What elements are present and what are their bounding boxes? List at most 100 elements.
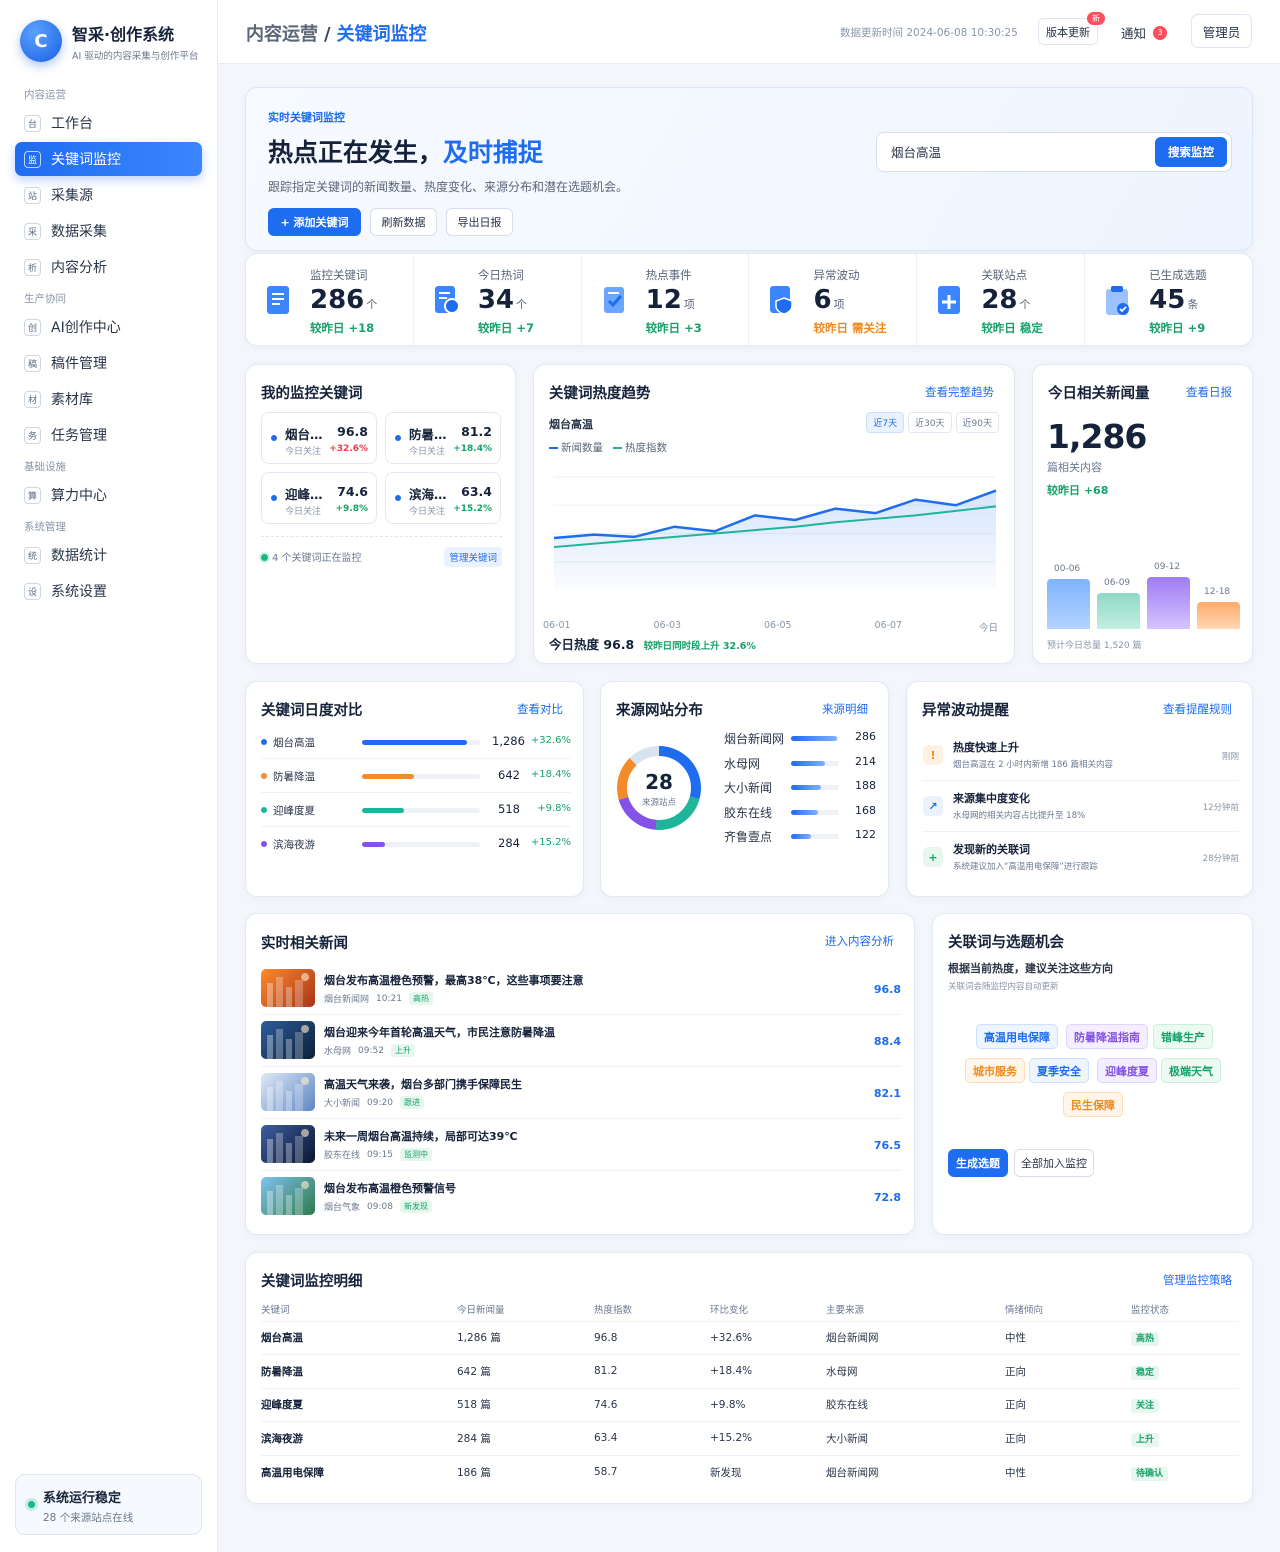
- alert-item[interactable]: + 发现新的关联词 系统建议加入“高温用电保障”进行跟踪 28分钟前: [922, 832, 1239, 883]
- source-bar: [791, 736, 837, 741]
- alert-item[interactable]: ! 热度快速上升 烟台高温在 2 小时内新增 186 篇相关内容 刚刚: [922, 730, 1239, 781]
- stat-card[interactable]: 监控关键词 286 个较昨日 +18: [246, 254, 414, 345]
- column-header[interactable]: 主要来源: [826, 1298, 1005, 1322]
- topic-chip[interactable]: 高温用电保障: [976, 1024, 1058, 1049]
- table-row[interactable]: 高温用电保障 186 篇 58.7 新发现 烟台新闻网 中性 待确认: [261, 1455, 1239, 1489]
- source-row[interactable]: 水母网 214: [724, 753, 876, 777]
- sidebar-item-3-0[interactable]: 统数据统计: [15, 538, 202, 572]
- column-header[interactable]: 关键词: [261, 1298, 457, 1322]
- version-update-button[interactable]: 版本更新 新: [1038, 12, 1105, 45]
- keyword-chip[interactable]: 防暑降温 81.2 今日关注 +18.4%: [385, 412, 501, 464]
- sidebar-item-1-3[interactable]: 务任务管理: [15, 418, 202, 452]
- table-row[interactable]: 烟台高温 1,286 篇 96.8 +32.6% 烟台新闻网 中性 高热: [261, 1321, 1239, 1355]
- news-item[interactable]: 高温天气来袭，烟台多部门携手保障民生 大小新闻 09:20 跟进 82.1: [261, 1067, 901, 1119]
- sidebar-item-0-2[interactable]: 站采集源: [15, 178, 202, 212]
- alert-rules-link[interactable]: 查看提醒规则: [1163, 701, 1232, 717]
- sidebar-item-1-0[interactable]: 创 AI创作中心: [15, 310, 202, 344]
- sidebar-item-1-2[interactable]: 材素材库: [15, 382, 202, 416]
- column-header[interactable]: 热度指数: [594, 1298, 710, 1322]
- sidebar-item-0-4[interactable]: 析内容分析: [15, 250, 202, 284]
- alert-item[interactable]: ↗ 来源集中度变化 水母网的相关内容占比提升至 18% 12分钟前: [922, 781, 1239, 832]
- table-row[interactable]: 迎峰度夏 518 篇 74.6 +9.8% 胶东在线 正向 关注: [261, 1388, 1239, 1422]
- table-cell: 烟台新闻网: [826, 1321, 1005, 1355]
- export-report-button[interactable]: 导出日报: [446, 208, 513, 236]
- notification-button[interactable]: 通知 3: [1121, 23, 1168, 42]
- stat-card[interactable]: 今日热词 34 个较昨日 +7: [414, 254, 582, 345]
- source-row[interactable]: 大小新闻 188: [724, 777, 876, 801]
- hourly-bar: [1047, 578, 1090, 629]
- compare-value: 284: [498, 836, 520, 850]
- source-bar: [791, 809, 818, 815]
- view-full-trend-link[interactable]: 查看完整趋势: [925, 384, 994, 400]
- refresh-data-button[interactable]: 刷新数据: [370, 208, 437, 236]
- stat-card[interactable]: 异常波动 6 项较昨日 需关注: [749, 254, 918, 345]
- view-daily-report-link[interactable]: 查看日报: [1186, 384, 1232, 400]
- column-header[interactable]: 今日新闻量: [457, 1298, 594, 1322]
- sidebar-item-0-0[interactable]: 台工作台: [15, 106, 202, 140]
- news-item[interactable]: 烟台迎来今年首轮高温天气，市民注意防暑降温 水母网 09:52 上升 88.4: [261, 1015, 901, 1067]
- topic-chip[interactable]: 民生保障: [1063, 1092, 1123, 1117]
- sidebar-item-label: 任务管理: [51, 428, 107, 444]
- topic-chip[interactable]: 极端天气: [1161, 1058, 1221, 1083]
- nav-glyph-icon: 材: [24, 390, 41, 408]
- sidebar-item-3-1[interactable]: 设系统设置: [15, 574, 202, 608]
- sidebar-item-2-0[interactable]: 算算力中心: [15, 478, 202, 512]
- topic-chip[interactable]: 迎峰度夏: [1097, 1058, 1157, 1083]
- column-header[interactable]: 环比变化: [710, 1298, 826, 1322]
- compare-row[interactable]: 滨海夜游 284 +15.2%: [261, 827, 571, 861]
- keyword-chip[interactable]: 烟台高温 96.8 今日关注 +32.6%: [261, 412, 377, 464]
- table-row[interactable]: 防暑降温 642 篇 81.2 +18.4% 水母网 正向 稳定: [261, 1354, 1239, 1389]
- stat-label: 异常波动: [813, 268, 860, 282]
- search-input[interactable]: [891, 144, 1141, 159]
- admin-button[interactable]: 管理员: [1191, 14, 1252, 48]
- range-tab-2[interactable]: 近90天: [955, 412, 999, 433]
- stat-document-icon: [938, 286, 961, 314]
- column-header[interactable]: 情绪倾向: [1005, 1298, 1131, 1322]
- source-track: [791, 785, 839, 790]
- topic-opportunities-card: 关联词与选题机会 根据当前热度，建议关注这些方向 关联词会随监控内容自动更新 高…: [932, 913, 1253, 1235]
- stat-value-wrap: 45 条: [1149, 285, 1198, 315]
- stat-card[interactable]: 已生成选题 45 条较昨日 +9: [1085, 254, 1252, 345]
- alert-subtitle: 烟台高温在 2 小时内新增 186 篇相关内容: [953, 760, 1113, 770]
- sidebar-item-1-1[interactable]: 稿稿件管理: [15, 346, 202, 380]
- compare-row[interactable]: 烟台高温 1,286 +32.6%: [261, 725, 571, 759]
- breadcrumb-parent[interactable]: 内容运营: [246, 24, 318, 45]
- manage-strategy-link[interactable]: 管理监控策略: [1163, 1272, 1232, 1288]
- range-tab-0[interactable]: 近7天: [866, 412, 905, 433]
- keyword-chip[interactable]: 迎峰度夏 74.6 今日关注 +9.8%: [261, 472, 377, 524]
- news-item[interactable]: 未来一周烟台高温持续，局部可达39℃ 胶东在线 09:15 监测中 76.5: [261, 1119, 901, 1171]
- content-analysis-link[interactable]: 进入内容分析: [825, 933, 894, 949]
- range-tab-1[interactable]: 近30天: [908, 412, 952, 433]
- news-score: 82.1: [873, 1087, 901, 1100]
- search-monitor-button[interactable]: 搜索监控: [1155, 137, 1227, 167]
- table-cell: 稳定: [1131, 1354, 1239, 1389]
- view-compare-link[interactable]: 查看对比: [517, 701, 563, 717]
- topic-chip[interactable]: 错峰生产: [1153, 1024, 1213, 1049]
- topic-chip[interactable]: 夏季安全: [1029, 1058, 1089, 1083]
- news-item[interactable]: 烟台发布高温橙色预警信号 烟台气象 09:08 新发现 72.8: [261, 1171, 901, 1223]
- compare-row[interactable]: 防暑降温 642 +18.4%: [261, 759, 571, 793]
- add-keyword-button[interactable]: + 添加关键词: [268, 208, 361, 236]
- sidebar-item-0-3[interactable]: 采数据采集: [15, 214, 202, 248]
- compare-row[interactable]: 迎峰度夏 518 +9.8%: [261, 793, 571, 827]
- source-detail-link[interactable]: 来源明细: [822, 701, 868, 717]
- add-all-monitor-button[interactable]: 全部加入监控: [1014, 1149, 1094, 1177]
- column-header[interactable]: 监控状态: [1131, 1298, 1239, 1322]
- source-row[interactable]: 齐鲁壹点 122: [724, 826, 876, 850]
- generate-topic-button[interactable]: 生成选题: [948, 1149, 1008, 1177]
- stat-card[interactable]: 热点事件 12 项较昨日 +3: [582, 254, 750, 345]
- manage-keywords-button[interactable]: 管理关键词: [444, 547, 502, 567]
- news-item[interactable]: 烟台发布高温橙色预警，最高38℃，这些事项要注意 烟台新闻网 10:21 高热 96.8: [261, 963, 901, 1015]
- table-row[interactable]: 滨海夜游 284 篇 63.4 +15.2% 大小新闻 正向 上升: [261, 1421, 1239, 1456]
- source-bar: [791, 834, 811, 839]
- topic-chip[interactable]: 城市服务: [965, 1058, 1025, 1083]
- keyword-chip[interactable]: 滨海夜游 63.4 今日关注 +15.2%: [385, 472, 501, 524]
- brand[interactable]: C 智采·创作系统 AI 驱动的内容采集与创作平台: [20, 20, 198, 62]
- hourly-bar-label: 12-18: [1204, 587, 1231, 598]
- stat-card[interactable]: 关联站点 28 个较昨日 稳定: [917, 254, 1086, 345]
- source-row[interactable]: 胶东在线 168: [724, 802, 876, 826]
- topic-chip[interactable]: 防暑降温指南: [1066, 1024, 1148, 1049]
- source-row[interactable]: 烟台新闻网 286: [724, 728, 876, 752]
- sidebar-item-0-1[interactable]: 监关键词监控: [15, 142, 202, 176]
- stat-delta: 较昨日 需关注: [813, 321, 887, 335]
